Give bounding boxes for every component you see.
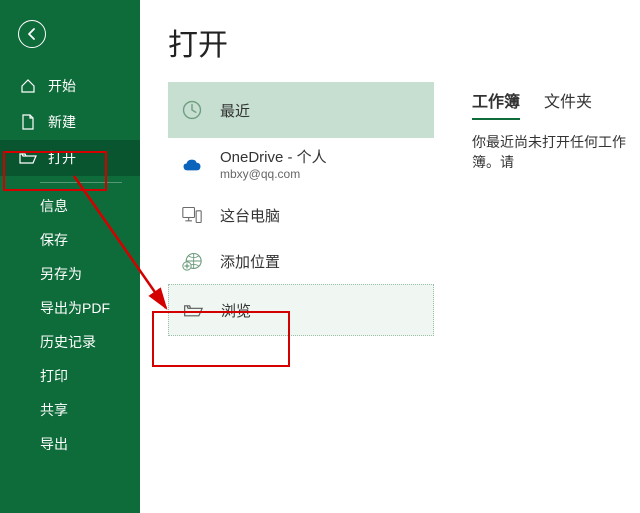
tab-folders[interactable]: 文件夹	[544, 88, 592, 120]
onedrive-account: mbxy@qq.com	[220, 167, 327, 181]
back-button[interactable]	[18, 20, 46, 48]
folder-open-icon	[18, 151, 38, 165]
source-label: 添加位置	[220, 251, 280, 272]
sidebar-item-label: 开始	[48, 76, 76, 96]
sidebar-sub-save[interactable]: 保存	[0, 223, 140, 257]
document-icon	[18, 114, 38, 130]
sidebar-item-new[interactable]: 新建	[0, 104, 140, 140]
sidebar-sub-exportpdf[interactable]: 导出为PDF	[0, 291, 140, 325]
sidebar-item-label: 新建	[48, 112, 76, 132]
source-label: 浏览	[221, 300, 251, 321]
sidebar-sub-print[interactable]: 打印	[0, 359, 140, 393]
content-tabs: 工作簿 文件夹	[472, 88, 640, 120]
computer-icon	[182, 204, 202, 226]
sidebar-sub-share[interactable]: 共享	[0, 393, 140, 427]
sidebar-item-home[interactable]: 开始	[0, 68, 140, 104]
source-onedrive[interactable]: OneDrive - 个人 mbxy@qq.com	[168, 138, 434, 192]
source-text: OneDrive - 个人 mbxy@qq.com	[220, 149, 327, 181]
source-label: 最近	[220, 100, 250, 121]
source-this-pc[interactable]: 这台电脑	[168, 192, 434, 238]
clock-icon	[182, 97, 202, 123]
sidebar-item-open[interactable]: 打开	[0, 140, 140, 176]
home-icon	[18, 78, 38, 94]
open-sources-list: 最近 OneDrive - 个人 mbxy@qq.com	[168, 82, 434, 336]
folder-open-icon	[183, 301, 203, 319]
source-browse[interactable]: 浏览	[168, 284, 434, 336]
content-pane: 工作簿 文件夹 你最近尚未打开任何工作簿。请	[472, 82, 640, 336]
backstage-sidebar: 开始 新建 打开 信息 保存 另存为 导出为PDF 历史记录 打印 共享 导出	[0, 0, 140, 513]
empty-message: 你最近尚未打开任何工作簿。请	[472, 132, 640, 172]
sidebar-sub-export[interactable]: 导出	[0, 427, 140, 461]
tab-workbooks[interactable]: 工作簿	[472, 88, 520, 120]
sidebar-sub-saveas[interactable]: 另存为	[0, 257, 140, 291]
sidebar-divider	[40, 182, 122, 183]
onedrive-title: OneDrive - 个人	[220, 149, 327, 167]
source-recent[interactable]: 最近	[168, 82, 434, 138]
sidebar-sub-history[interactable]: 历史记录	[0, 325, 140, 359]
globe-plus-icon	[182, 249, 202, 273]
source-add-place[interactable]: 添加位置	[168, 238, 434, 284]
sidebar-item-label: 打开	[48, 148, 76, 168]
sidebar-sub-info[interactable]: 信息	[0, 189, 140, 223]
arrow-left-icon	[25, 27, 39, 41]
main-panel: 打开 最近 OneDrive - 个人 mbx	[140, 0, 640, 513]
source-label: 这台电脑	[220, 205, 280, 226]
page-title: 打开	[168, 20, 640, 64]
cloud-icon	[182, 156, 202, 174]
